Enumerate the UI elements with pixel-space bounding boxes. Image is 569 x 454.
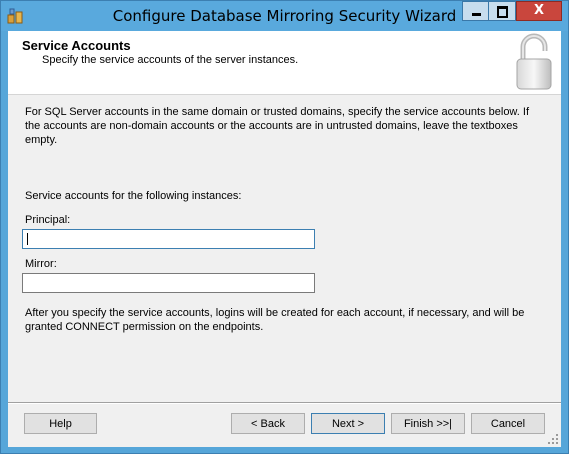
principal-account-field[interactable] (22, 229, 315, 249)
next-button[interactable]: Next > (311, 413, 385, 434)
resize-grip-icon[interactable] (548, 434, 558, 444)
help-button[interactable]: Help (24, 413, 97, 434)
close-button[interactable]: X (516, 1, 562, 21)
intro-text: For SQL Server accounts in the same doma… (25, 106, 529, 146)
title-bar[interactable]: Configure Database Mirroring Security Wi… (1, 1, 568, 31)
close-icon: X (533, 3, 545, 18)
footer-divider (8, 402, 561, 404)
maximize-icon (497, 6, 508, 18)
finish-button[interactable]: Finish >>| (391, 413, 465, 434)
principal-label: Principal: (25, 214, 71, 226)
back-button[interactable]: < Back (231, 413, 305, 434)
minimize-icon (472, 13, 481, 16)
mirror-label: Mirror: (25, 258, 57, 270)
info-text: After you specify the service accounts, … (25, 307, 525, 333)
wizard-client-area: Service Accounts Specify the service acc… (8, 31, 561, 447)
text-caret (27, 233, 28, 245)
cancel-button[interactable]: Cancel (471, 413, 545, 434)
page-title: Service Accounts (22, 38, 131, 53)
wizard-header: Service Accounts Specify the service acc… (8, 31, 561, 95)
mirror-account-field[interactable] (22, 273, 315, 293)
page-subtitle: Specify the service accounts of the serv… (42, 54, 299, 66)
maximize-button[interactable] (489, 1, 516, 21)
wizard-window: Configure Database Mirroring Security Wi… (0, 0, 569, 454)
padlock-icon (516, 33, 552, 90)
instances-label: Service accounts for the following insta… (25, 190, 242, 202)
minimize-button[interactable] (462, 1, 489, 21)
